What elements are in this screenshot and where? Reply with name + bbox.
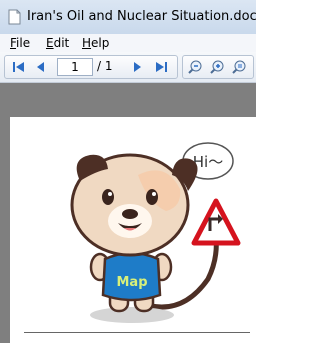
menu-help[interactable]: Help bbox=[82, 36, 109, 50]
previous-page-icon[interactable] bbox=[33, 59, 49, 75]
title-bar: Iran's Oil and Nuclear Situation.doc bbox=[0, 0, 256, 35]
zoom-out-icon[interactable] bbox=[187, 59, 203, 75]
menu-bar: File Edit Help bbox=[0, 34, 256, 52]
shirt-text: Map bbox=[116, 275, 147, 290]
dog-mascot-illustration: Hi〜 Map bbox=[70, 142, 241, 323]
next-page-icon[interactable] bbox=[129, 59, 145, 75]
fit-width-icon[interactable] bbox=[231, 59, 247, 75]
menu-edit[interactable]: Edit bbox=[46, 36, 69, 50]
document-view[interactable]: Hi〜 Map bbox=[0, 83, 256, 343]
warning-sign bbox=[191, 198, 241, 246]
last-page-icon[interactable] bbox=[153, 59, 169, 75]
page-number-input[interactable]: 1 bbox=[57, 58, 93, 76]
window-title: Iran's Oil and Nuclear Situation.doc bbox=[27, 9, 256, 24]
zoom-in-icon[interactable] bbox=[209, 59, 225, 75]
zoom-group bbox=[182, 55, 254, 79]
document-page: Hi〜 Map bbox=[10, 117, 256, 343]
page-total: / 1 bbox=[97, 59, 113, 73]
document-icon bbox=[8, 9, 21, 25]
menu-file[interactable]: File bbox=[10, 36, 30, 50]
first-page-icon[interactable] bbox=[11, 59, 27, 75]
page-rule bbox=[24, 332, 250, 333]
viewer-window: Iran's Oil and Nuclear Situation.doc Fil… bbox=[0, 0, 256, 343]
navigation-group: 1 / 1 bbox=[4, 55, 178, 79]
toolbar: 1 / 1 bbox=[0, 52, 256, 83]
